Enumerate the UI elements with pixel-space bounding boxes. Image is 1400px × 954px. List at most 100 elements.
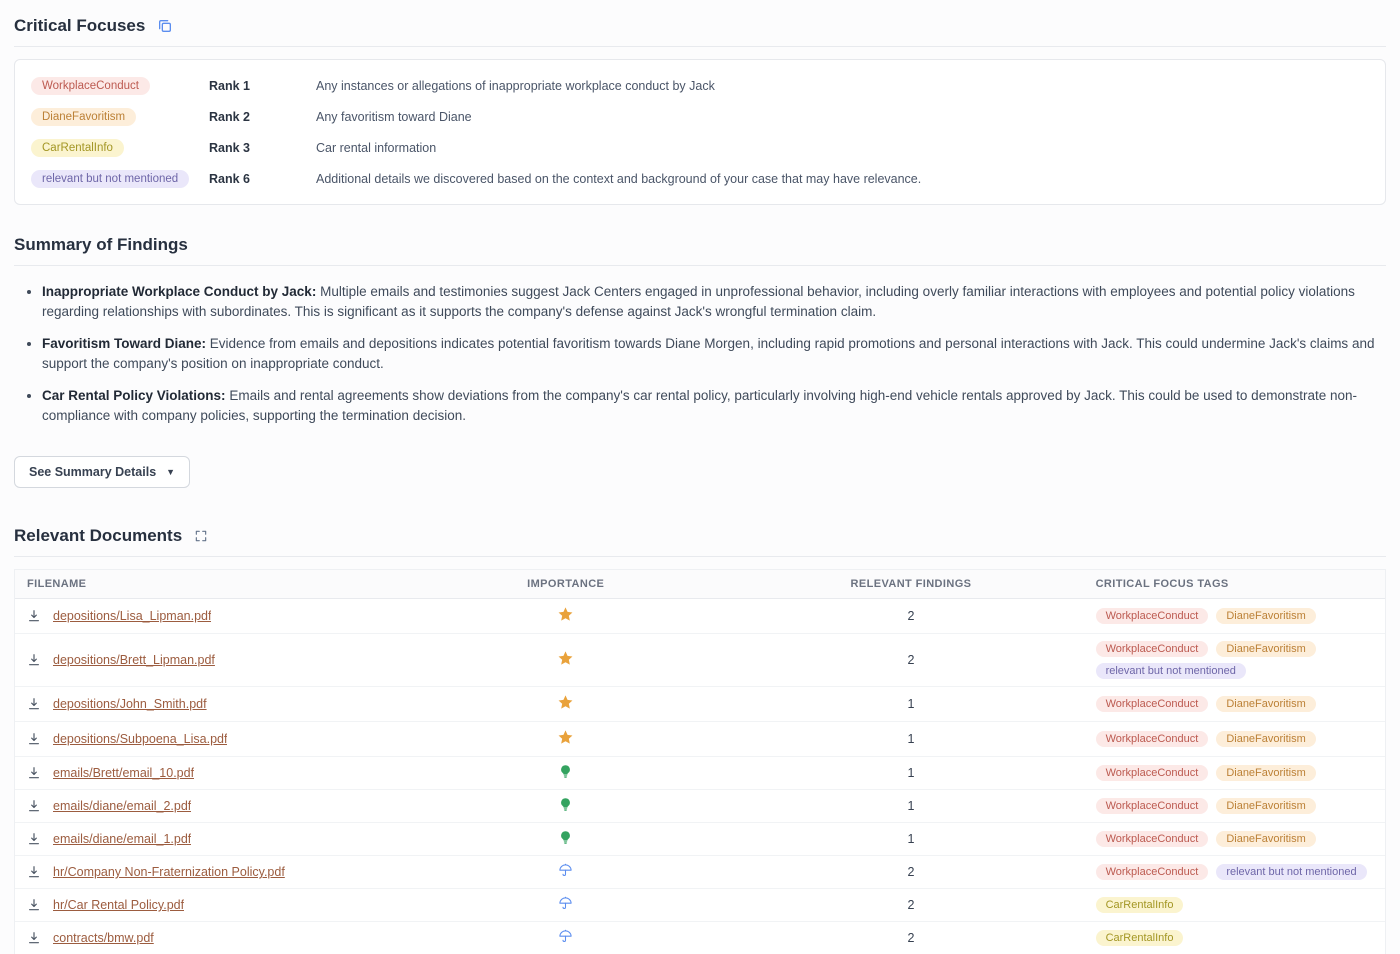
tags-cell: WorkplaceConductDianeFavoritism — [1084, 823, 1385, 856]
column-header: Critical Focus Tags — [1084, 570, 1385, 599]
tags-cell: CarRentalInfo — [1084, 922, 1385, 954]
critical-focuses-box: WorkplaceConductRank 1Any instances or a… — [14, 59, 1386, 205]
focus-tag-cell: DianeFavoritism — [31, 107, 209, 126]
download-icon[interactable] — [27, 653, 41, 667]
focus-tag: DianeFavoritism — [1216, 731, 1315, 747]
importance-cell — [393, 722, 738, 757]
document-row: depositions/Brett_Lipman.pdf2WorkplaceCo… — [15, 634, 1385, 687]
filename-cell: contracts/bmw.pdf — [15, 922, 393, 954]
page: Critical Focuses WorkplaceConductRank 1A… — [0, 0, 1400, 954]
critical-focus-row: CarRentalInfo Rank 3Car rental informatio… — [15, 132, 1385, 163]
download-icon[interactable] — [27, 732, 41, 746]
see-summary-details-button[interactable]: See Summary Details ▼ — [14, 456, 190, 488]
focus-tag: WorkplaceConduct — [1096, 731, 1209, 747]
importance-cell — [393, 856, 738, 889]
lightbulb-icon — [558, 764, 573, 779]
focus-tag: WorkplaceConduct — [31, 77, 150, 95]
documents-title: Relevant Documents — [14, 526, 182, 546]
filename-cell: emails/diane/email_1.pdf — [15, 823, 393, 856]
download-icon[interactable] — [27, 865, 41, 879]
focus-tag: DianeFavoritism — [31, 108, 136, 126]
download-icon[interactable] — [27, 766, 41, 780]
importance-cell — [393, 889, 738, 922]
filename-link[interactable]: emails/diane/email_1.pdf — [53, 832, 191, 846]
filename-cell: depositions/Lisa_Lipman.pdf — [15, 599, 393, 634]
column-header: Filename — [15, 570, 393, 599]
findings-count: 1 — [738, 722, 1083, 757]
download-icon[interactable] — [27, 697, 41, 711]
download-icon[interactable] — [27, 931, 41, 945]
focus-description: Car rental information — [271, 141, 1369, 155]
focus-tag: DianeFavoritism — [1216, 696, 1315, 712]
expand-icon[interactable] — [192, 527, 210, 545]
documents-table-header-row: FilenameImportanceRelevant FindingsCriti… — [15, 570, 1385, 599]
importance-cell — [393, 634, 738, 687]
filename-cell: depositions/Subpoena_Lisa.pdf — [15, 722, 393, 757]
tags-cell: WorkplaceConduct DianeFavoritism — [1084, 599, 1385, 634]
filename-link[interactable]: hr/Car Rental Policy.pdf — [53, 898, 184, 912]
importance-cell — [393, 599, 738, 634]
focus-tag: DianeFavoritism — [1216, 765, 1315, 781]
star-icon — [557, 606, 574, 623]
column-header: Relevant Findings — [738, 570, 1083, 599]
star-icon — [557, 729, 574, 746]
findings-count: 1 — [738, 687, 1083, 722]
umbrella-icon — [558, 863, 573, 878]
document-row: depositions/Lisa_Lipman.pdf2WorkplaceCon… — [15, 599, 1385, 634]
summary-bullet-list: Inappropriate Workplace Conduct by Jack:… — [14, 282, 1386, 425]
summary-bullet: Favoritism Toward Diane: Evidence from e… — [42, 334, 1386, 373]
summary-bullet-heading: Car Rental Policy Violations: — [42, 388, 226, 403]
focus-tag: DianeFavoritism — [1216, 608, 1315, 624]
importance-cell — [393, 687, 738, 722]
filename-cell: emails/Brett/email_10.pdf — [15, 757, 393, 790]
findings-count: 2 — [738, 889, 1083, 922]
filename-link[interactable]: depositions/Brett_Lipman.pdf — [53, 653, 215, 667]
tags-cell: WorkplaceConductDianeFavoritism — [1084, 790, 1385, 823]
filename-link[interactable]: hr/Company Non-Fraternization Policy.pdf — [53, 865, 285, 879]
download-icon[interactable] — [27, 898, 41, 912]
focus-tag: CarRentalInfo — [31, 139, 124, 157]
documents-table: FilenameImportanceRelevant FindingsCriti… — [15, 570, 1385, 954]
filename-link[interactable]: emails/diane/email_2.pdf — [53, 799, 191, 813]
umbrella-icon — [558, 896, 573, 911]
download-icon[interactable] — [27, 832, 41, 846]
filename-link[interactable]: depositions/John_Smith.pdf — [53, 697, 207, 711]
focus-tag: WorkplaceConduct — [1096, 608, 1209, 624]
findings-count: 1 — [738, 790, 1083, 823]
focus-tag-cell: CarRentalInfo — [31, 138, 209, 157]
filename-cell: depositions/Brett_Lipman.pdf — [15, 634, 393, 687]
column-header: Importance — [393, 570, 738, 599]
critical-focuses-title: Critical Focuses — [14, 16, 145, 36]
star-icon — [557, 650, 574, 667]
filename-link[interactable]: depositions/Lisa_Lipman.pdf — [53, 609, 211, 623]
document-row: hr/Car Rental Policy.pdf2CarRentalInfo — [15, 889, 1385, 922]
document-row: emails/Brett/email_10.pdf1WorkplaceCondu… — [15, 757, 1385, 790]
findings-count: 2 — [738, 856, 1083, 889]
focus-rank: Rank 6 — [209, 172, 271, 186]
document-row: emails/diane/email_2.pdf 1WorkplaceConduc… — [15, 790, 1385, 823]
umbrella-icon — [558, 929, 573, 944]
focus-tag: relevant but not mentioned — [31, 170, 189, 188]
star-icon — [557, 694, 574, 711]
download-icon[interactable] — [27, 609, 41, 623]
focus-rank: Rank 3 — [209, 141, 271, 155]
critical-focus-row: WorkplaceConductRank 1Any instances or a… — [15, 70, 1385, 101]
see-summary-details-label: See Summary Details — [29, 465, 156, 479]
focus-tag: relevant but not mentioned — [1096, 663, 1246, 679]
focus-tag: DianeFavoritism — [1216, 798, 1315, 814]
copy-icon[interactable] — [155, 16, 175, 36]
document-row: contracts/bmw.pdf2CarRentalInfo — [15, 922, 1385, 954]
focus-description: Additional details we discovered based o… — [271, 172, 1369, 186]
focus-rank: Rank 2 — [209, 110, 271, 124]
focus-description: Any favoritism toward Diane — [271, 110, 1369, 124]
focus-tag: WorkplaceConduct — [1096, 696, 1209, 712]
findings-count: 1 — [738, 757, 1083, 790]
download-icon[interactable] — [27, 799, 41, 813]
documents-table-body: depositions/Lisa_Lipman.pdf 2 WorkplaceCon… — [15, 599, 1385, 954]
focus-tag: DianeFavoritism — [1216, 831, 1315, 847]
filename-link[interactable]: depositions/Subpoena_Lisa.pdf — [53, 732, 227, 746]
summary-bullet-heading: Inappropriate Workplace Conduct by Jack: — [42, 284, 316, 299]
critical-focuses-header: Critical Focuses — [14, 12, 1386, 47]
filename-link[interactable]: emails/Brett/email_10.pdf — [53, 766, 194, 780]
filename-link[interactable]: contracts/bmw.pdf — [53, 931, 154, 945]
